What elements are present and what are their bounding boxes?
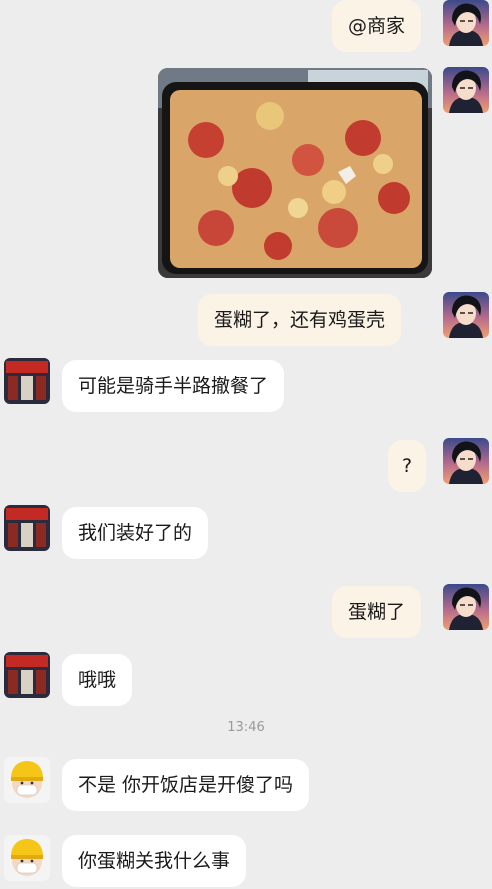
my-avatar[interactable] [443, 292, 489, 338]
shop-avatar[interactable] [4, 358, 50, 404]
my-avatar[interactable] [443, 584, 489, 630]
message-bubble[interactable]: ? [388, 440, 427, 492]
message-bubble[interactable]: 不是 你开饭店是开傻了吗 [62, 759, 310, 811]
message-bubble[interactable]: 可能是骑手半路撤餐了 [62, 360, 285, 412]
shop2-avatar[interactable] [4, 835, 50, 881]
shop-avatar[interactable] [4, 652, 50, 698]
message-bubble[interactable]: 哦哦 [62, 654, 133, 706]
my-avatar[interactable] [443, 67, 489, 113]
food-photo-image [158, 68, 432, 278]
my-avatar[interactable] [443, 438, 489, 484]
shop2-avatar[interactable] [4, 757, 50, 803]
my-avatar[interactable] [443, 0, 489, 46]
message-bubble[interactable]: @商家 [332, 0, 422, 52]
message-bubble[interactable]: 我们装好了的 [62, 507, 209, 559]
food-photo[interactable] [158, 68, 432, 278]
shop-avatar[interactable] [4, 505, 50, 551]
timestamp: 13:46 [227, 720, 265, 735]
message-bubble[interactable]: 蛋糊了 [332, 586, 422, 638]
message-bubble[interactable]: 你蛋糊关我什么事 [62, 835, 247, 887]
message-bubble[interactable]: 蛋糊了，还有鸡蛋壳 [198, 294, 402, 346]
